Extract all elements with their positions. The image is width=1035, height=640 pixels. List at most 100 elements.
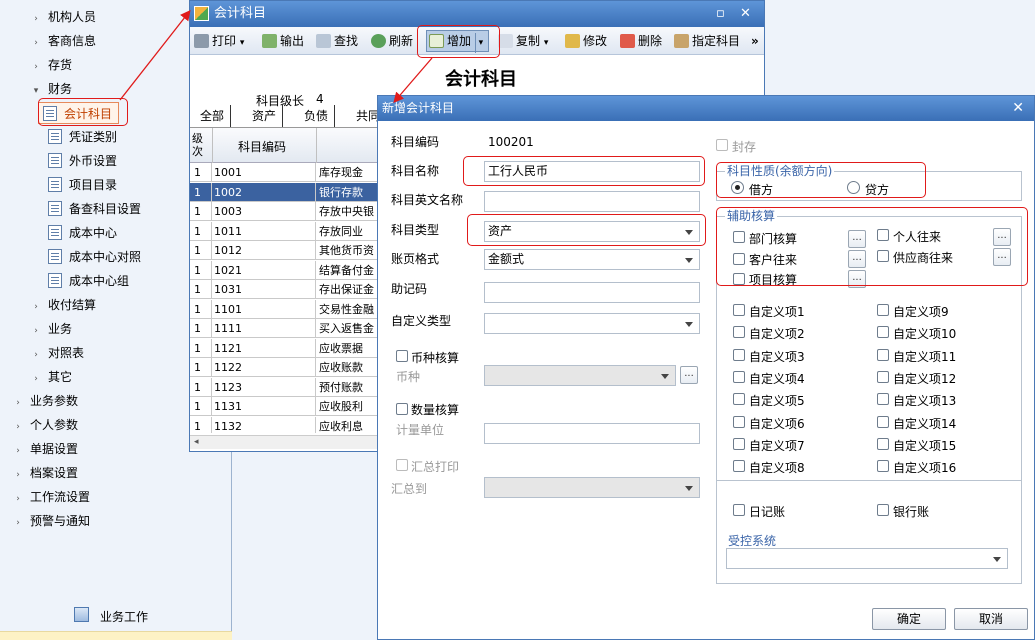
copy-button[interactable]: 复制 ▾ bbox=[498, 31, 548, 51]
nav-item-10[interactable]: 成本中心对照 bbox=[48, 246, 141, 268]
chevron-right-icon[interactable]: › bbox=[12, 440, 24, 462]
table-row[interactable]: 1 1123 预付账款 bbox=[190, 377, 380, 397]
assign-account-button[interactable]: 指定科目 bbox=[674, 31, 740, 51]
ok-button[interactable]: 确定 bbox=[872, 608, 946, 630]
custom-item-checkbox[interactable] bbox=[733, 460, 745, 473]
nav-item-13[interactable]: › 业务 bbox=[30, 318, 72, 340]
toolbar-overflow-icon[interactable]: » bbox=[751, 31, 759, 51]
nav-item-2[interactable]: › 存货 bbox=[30, 54, 72, 76]
chevron-right-icon[interactable]: › bbox=[12, 416, 24, 438]
custom-item-checkbox[interactable] bbox=[877, 437, 889, 450]
chevron-right-icon[interactable]: › bbox=[12, 464, 24, 486]
table-row[interactable]: 1 1011 存放同业 bbox=[190, 221, 380, 241]
table-row[interactable]: 1 1003 存放中央银 bbox=[190, 202, 380, 221]
mnemonic-field[interactable] bbox=[484, 282, 700, 303]
nav-item-14[interactable]: › 对照表 bbox=[30, 342, 84, 364]
custom-item-checkbox[interactable] bbox=[877, 304, 889, 316]
tab-0[interactable]: 全部 bbox=[194, 105, 232, 127]
table-row[interactable]: 1 1131 应收股利 bbox=[190, 397, 380, 416]
chevron-right-icon[interactable]: › bbox=[30, 8, 42, 30]
business-work-icon[interactable] bbox=[74, 607, 89, 622]
summary-print-checkbox[interactable] bbox=[396, 459, 408, 471]
tab-2[interactable]: 负债 bbox=[298, 105, 336, 127]
chevron-right-icon[interactable]: › bbox=[12, 488, 24, 510]
custom-item-checkbox[interactable] bbox=[877, 393, 889, 406]
table-row[interactable]: 1 1111 买入返售金 bbox=[190, 319, 380, 338]
table-row[interactable]: 1 1122 应收账款 bbox=[190, 358, 380, 377]
nav-item-9[interactable]: 成本中心 bbox=[48, 222, 117, 244]
account-code-field[interactable]: 100201 bbox=[484, 132, 700, 153]
nav-item-17[interactable]: › 个人参数 bbox=[12, 414, 78, 436]
currency-select[interactable] bbox=[484, 365, 676, 386]
nav-item-11[interactable]: 成本中心组 bbox=[48, 270, 129, 292]
table-row[interactable]: 1 1121 应收票据 bbox=[190, 338, 380, 358]
cancel-button[interactable]: 取消 bbox=[954, 608, 1028, 630]
nav-item-5[interactable]: 凭证类别 bbox=[48, 126, 117, 148]
nav-item-6[interactable]: 外币设置 bbox=[48, 150, 117, 172]
custom-item-checkbox[interactable] bbox=[733, 370, 745, 383]
business-work-label[interactable]: 业务工作 bbox=[100, 608, 148, 625]
dialog-close-icon[interactable]: ✕ bbox=[1012, 96, 1024, 121]
english-name-field[interactable] bbox=[484, 191, 700, 212]
chevron-right-icon[interactable]: › bbox=[30, 296, 42, 318]
custom-item-checkbox[interactable] bbox=[733, 348, 745, 361]
sealed-checkbox[interactable] bbox=[716, 139, 728, 151]
nav-item-1[interactable]: › 客商信息 bbox=[30, 30, 96, 52]
custom-item-checkbox[interactable] bbox=[733, 437, 745, 450]
table-row[interactable]: 1 1132 应收利息 bbox=[190, 416, 380, 433]
custom-item-checkbox[interactable] bbox=[733, 326, 745, 339]
custom-item-checkbox[interactable] bbox=[877, 348, 889, 361]
chevron-right-icon[interactable]: › bbox=[30, 344, 42, 366]
export-button[interactable]: 输出 bbox=[262, 31, 304, 51]
table-row[interactable]: 1 1001 库存现金 bbox=[190, 163, 380, 182]
nav-item-0[interactable]: › 机构人员 bbox=[30, 6, 96, 28]
nav-item-15[interactable]: › 其它 bbox=[30, 366, 72, 388]
custom-item-checkbox[interactable] bbox=[733, 415, 745, 428]
summary-to-select[interactable] bbox=[484, 477, 700, 498]
custom-item-checkbox[interactable] bbox=[733, 393, 745, 406]
nav-item-8[interactable]: 备查科目设置 bbox=[48, 198, 141, 220]
horizontal-scrollbar[interactable]: ◂ bbox=[190, 435, 380, 449]
controlled-system-select[interactable] bbox=[726, 548, 1008, 569]
custom-item-checkbox[interactable] bbox=[877, 370, 889, 383]
currency-accounting-checkbox[interactable] bbox=[396, 350, 408, 362]
unit-field[interactable] bbox=[484, 423, 700, 444]
table-row[interactable]: 1 1031 存出保证金 bbox=[190, 280, 380, 299]
table-row[interactable]: 1 1021 结算备付金 bbox=[190, 260, 380, 280]
refresh-button[interactable]: 刷新 bbox=[371, 31, 413, 51]
custom-type-select[interactable] bbox=[484, 313, 700, 334]
chevron-right-icon[interactable]: › bbox=[30, 56, 42, 78]
nav-item-20[interactable]: › 工作流设置 bbox=[12, 486, 90, 508]
custom-item-checkbox[interactable] bbox=[877, 415, 889, 428]
nav-item-18[interactable]: › 单据设置 bbox=[12, 438, 78, 460]
nav-item-3[interactable]: ▾ 财务 bbox=[30, 78, 72, 100]
chevron-right-icon[interactable]: › bbox=[30, 320, 42, 342]
page-format-select[interactable]: 金额式 bbox=[484, 249, 700, 270]
edit-button[interactable]: 修改 bbox=[565, 31, 607, 51]
custom-item-checkbox[interactable] bbox=[877, 460, 889, 473]
currency-browse-button[interactable]: ... bbox=[680, 366, 698, 384]
quantity-accounting-checkbox[interactable] bbox=[396, 403, 408, 415]
find-button[interactable]: 查找 bbox=[316, 31, 358, 51]
table-row[interactable]: 1 1101 交易性金融 bbox=[190, 299, 380, 319]
nav-item-7[interactable]: 项目目录 bbox=[48, 174, 117, 196]
delete-button[interactable]: 删除 bbox=[620, 31, 662, 51]
close-icon[interactable]: ✕ bbox=[740, 1, 751, 27]
print-button[interactable]: 打印 ▾ bbox=[194, 31, 244, 51]
chevron-right-icon[interactable]: › bbox=[30, 368, 42, 390]
nav-item-12[interactable]: › 收付结算 bbox=[30, 294, 96, 316]
tab-1[interactable]: 资产 bbox=[246, 105, 284, 127]
nav-item-19[interactable]: › 档案设置 bbox=[12, 462, 78, 484]
chevron-right-icon[interactable]: › bbox=[12, 392, 24, 414]
journal-checkbox[interactable] bbox=[733, 504, 745, 516]
table-row[interactable]: 1 1002 银行存款 bbox=[190, 182, 380, 202]
restore-icon[interactable]: ▫ bbox=[716, 1, 725, 27]
table-row[interactable]: 1 1012 其他货币资 bbox=[190, 241, 380, 260]
nav-item-16[interactable]: › 业务参数 bbox=[12, 390, 78, 412]
chevron-right-icon[interactable]: › bbox=[12, 512, 24, 534]
custom-item-checkbox[interactable] bbox=[733, 304, 745, 316]
chevron-right-icon[interactable]: › bbox=[30, 32, 42, 54]
bank-journal-checkbox[interactable] bbox=[877, 504, 889, 516]
nav-item-21[interactable]: › 预警与通知 bbox=[12, 510, 90, 532]
custom-item-checkbox[interactable] bbox=[877, 326, 889, 339]
